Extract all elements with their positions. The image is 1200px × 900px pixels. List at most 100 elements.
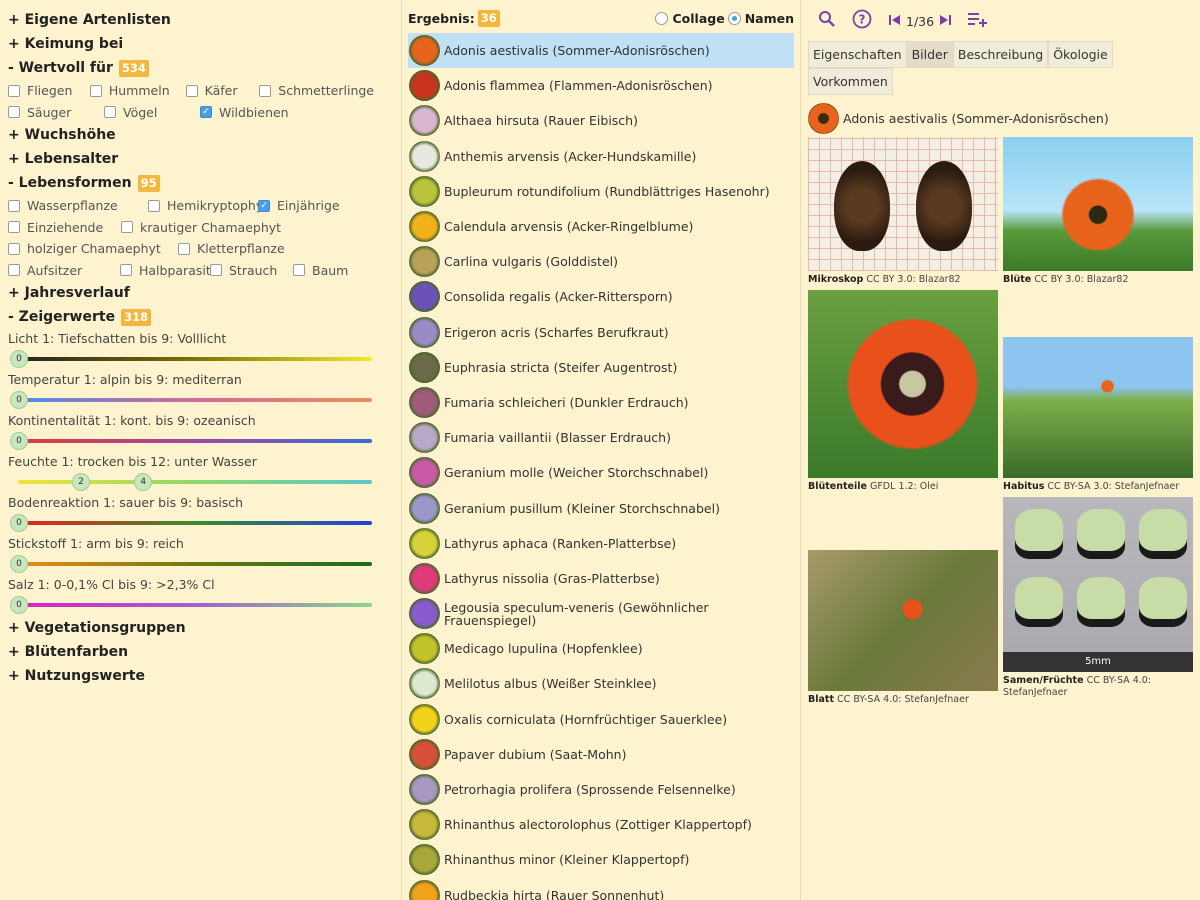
last-page-icon[interactable] <box>938 13 952 30</box>
species-list-item[interactable]: Bupleurum rotundifolium (Rundblättriges … <box>408 174 794 209</box>
tab-ökologie[interactable]: Ökologie <box>1048 41 1113 68</box>
checkbox-box[interactable] <box>178 242 190 255</box>
checkbox-strauch[interactable]: Strauch <box>210 263 293 278</box>
section-lebensformen[interactable]: - Lebensformen 95 <box>8 171 390 195</box>
checkbox-box[interactable] <box>210 264 222 277</box>
section-wertvoll[interactable]: - Wertvoll für 534 <box>8 56 390 80</box>
section-wuchshoehe[interactable]: + Wuchshöhe <box>8 123 390 147</box>
slider-handle[interactable]: 0 <box>10 514 28 532</box>
species-list-item[interactable]: Papaver dubium (Saat-Mohn) <box>408 737 794 772</box>
zeiger-slider[interactable]: 0 <box>8 594 390 616</box>
checkbox-box[interactable] <box>259 84 272 97</box>
species-list-item[interactable]: Rhinanthus minor (Kleiner Klappertopf) <box>408 842 794 877</box>
checkbox-schmetterlinge[interactable]: Schmetterlinge <box>259 83 374 98</box>
zeiger-slider[interactable]: 24 <box>8 471 390 493</box>
species-list-item[interactable]: Calendula arvensis (Acker-Ringelblume) <box>408 209 794 244</box>
species-list-item[interactable]: Adonis flammea (Flammen-Adonisröschen) <box>408 68 794 103</box>
species-list-item[interactable]: Adonis aestivalis (Sommer-Adonisröschen) <box>408 33 794 69</box>
checkbox-box[interactable] <box>120 264 132 277</box>
species-list-item[interactable]: Lathyrus aphaca (Ranken-Platterbse) <box>408 526 794 561</box>
checkbox-box[interactable] <box>8 242 20 255</box>
checkbox-box[interactable]: ✓ <box>258 199 270 212</box>
checkbox-wildbienen[interactable]: ✓ Wildbienen <box>200 105 289 120</box>
species-list-item[interactable]: Petrorhagia prolifera (Sprossende Felsen… <box>408 772 794 807</box>
checkbox-box[interactable] <box>104 106 116 119</box>
section-vegetationsgruppen[interactable]: + Vegetationsgruppen <box>8 616 390 640</box>
species-list-item[interactable]: Anthemis arvensis (Acker-Hundskamille) <box>408 139 794 174</box>
checkbox-vögel[interactable]: Vögel <box>104 105 184 120</box>
checkbox-halbparasit[interactable]: Halbparasit <box>120 263 211 278</box>
checkbox-box[interactable] <box>8 264 20 277</box>
checkbox-kletterpflanze[interactable]: Kletterpflanze <box>178 241 308 256</box>
section-keimung[interactable]: + Keimung bei <box>8 32 390 56</box>
species-list-item[interactable]: Fumaria schleicheri (Dunkler Erdrauch) <box>408 385 794 420</box>
checkbox-box[interactable] <box>293 264 305 277</box>
tab-vorkommen[interactable]: Vorkommen <box>808 68 893 95</box>
checkbox-aufsitzer[interactable]: Aufsitzer <box>8 263 120 278</box>
slider-handle[interactable]: 0 <box>10 391 28 409</box>
species-list-item[interactable]: Erigeron acris (Scharfes Berufkraut) <box>408 315 794 350</box>
species-list-item[interactable]: Althaea hirsuta (Rauer Eibisch) <box>408 103 794 138</box>
section-eigene-artenlisten[interactable]: + Eigene Artenlisten <box>8 8 390 32</box>
tab-beschreibung[interactable]: Beschreibung <box>952 41 1049 68</box>
species-list-item[interactable]: Oxalis corniculata (Hornfrüchtiger Sauer… <box>408 702 794 737</box>
checkbox-box[interactable] <box>148 199 160 212</box>
slider-track[interactable] <box>18 439 372 443</box>
species-list-item[interactable]: Carlina vulgaris (Golddistel) <box>408 244 794 279</box>
species-list-item[interactable]: Consolida regalis (Acker-Rittersporn) <box>408 279 794 314</box>
checkbox-hummeln[interactable]: Hummeln <box>89 83 170 98</box>
checkbox-baum[interactable]: Baum <box>293 263 363 278</box>
slider-track[interactable] <box>18 562 372 566</box>
namen-radio[interactable] <box>727 11 741 25</box>
slider-handle[interactable]: 2 <box>71 473 90 491</box>
zeiger-slider[interactable]: 0 <box>8 430 390 452</box>
tab-bilder[interactable]: Bilder <box>906 41 953 68</box>
checkbox-box[interactable] <box>8 106 20 119</box>
checkbox-krautiger-chamaephyt[interactable]: krautiger Chamaephyt <box>121 220 291 235</box>
species-list-item[interactable]: Euphrasia stricta (Steifer Augentrost) <box>408 350 794 385</box>
checkbox-holziger-chamaephyt[interactable]: holziger Chamaephyt <box>8 241 178 256</box>
species-list-item[interactable]: Geranium pusillum (Kleiner Storchschnabe… <box>408 490 794 525</box>
slider-handle[interactable]: 0 <box>10 350 28 368</box>
zeiger-slider[interactable]: 0 <box>8 389 390 411</box>
section-bluetenfarben[interactable]: + Blütenfarben <box>8 640 390 664</box>
checkbox-hemikryptophyt[interactable]: Hemikryptophyt <box>148 198 268 213</box>
section-lebensalter[interactable]: + Lebensalter <box>8 147 390 171</box>
section-jahresverlauf[interactable]: + Jahresverlauf <box>8 281 390 305</box>
tab-eigenschaften[interactable]: Eigenschaften <box>808 41 907 68</box>
gallery-image[interactable] <box>808 550 998 691</box>
slider-handle[interactable]: 0 <box>10 555 28 573</box>
species-list-item[interactable]: Geranium molle (Weicher Storchschnabel) <box>408 455 794 490</box>
first-page-icon[interactable] <box>888 13 902 30</box>
zeiger-slider[interactable]: 0 <box>8 348 390 370</box>
gallery-image[interactable] <box>808 290 998 478</box>
section-nutzungswerte[interactable]: + Nutzungswerte <box>8 664 390 688</box>
checkbox-einziehende[interactable]: Einziehende <box>8 220 121 235</box>
slider-track[interactable] <box>18 398 372 402</box>
checkbox-fliegen[interactable]: Fliegen <box>8 83 74 98</box>
checkbox-box[interactable] <box>8 221 20 234</box>
slider-handle[interactable]: 0 <box>10 432 28 450</box>
gallery-image[interactable]: 5mm <box>1003 497 1193 672</box>
species-list-item[interactable]: Legousia speculum-veneris (Gewöhnlicher … <box>408 596 794 631</box>
zeiger-slider[interactable]: 0 <box>8 512 390 534</box>
checkbox-käfer[interactable]: Käfer <box>185 83 244 98</box>
collage-radio[interactable] <box>655 11 669 25</box>
checkbox-box[interactable]: ✓ <box>200 106 212 119</box>
slider-handle[interactable]: 4 <box>134 473 153 491</box>
slider-handle[interactable]: 0 <box>10 596 28 614</box>
species-list-item[interactable]: Rhinanthus alectorolophus (Zottiger Klap… <box>408 807 794 842</box>
checkbox-box[interactable] <box>89 84 102 97</box>
checkbox-wasserpflanze[interactable]: Wasserpflanze <box>8 198 148 213</box>
species-list-item[interactable]: Fumaria vaillantii (Blasser Erdrauch) <box>408 420 794 455</box>
slider-track[interactable] <box>18 521 372 525</box>
checkbox-einjährige[interactable]: ✓ Einjährige <box>258 198 358 213</box>
slider-track[interactable] <box>18 357 372 361</box>
checkbox-box[interactable] <box>8 199 20 212</box>
gallery-image[interactable] <box>1003 337 1193 478</box>
search-icon[interactable] <box>818 10 836 33</box>
gallery-image[interactable] <box>1003 137 1193 271</box>
add-to-list-icon[interactable] <box>968 11 988 32</box>
species-list-item[interactable]: Rudbeckia hirta (Rauer Sonnenhut) <box>408 878 794 900</box>
species-list-item[interactable]: Lathyrus nissolia (Gras-Platterbse) <box>408 561 794 596</box>
